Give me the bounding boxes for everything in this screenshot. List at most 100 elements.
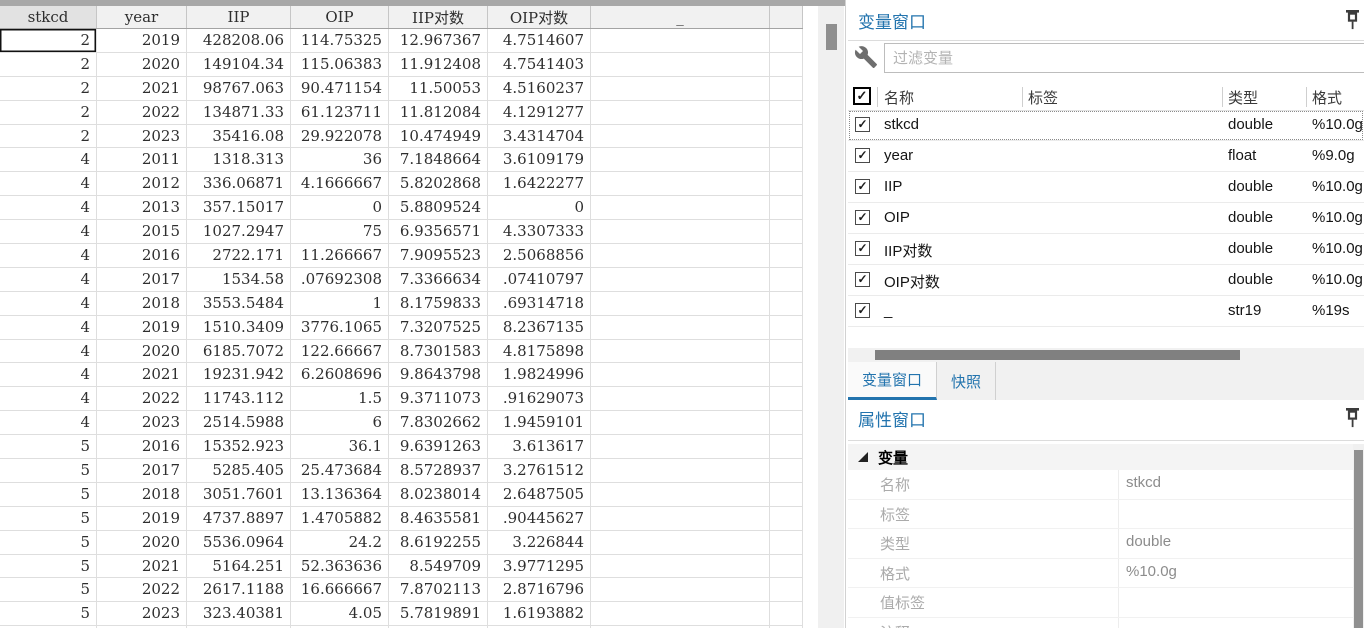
grid-cell[interactable] bbox=[590, 577, 770, 603]
grid-cell[interactable]: 4 bbox=[0, 386, 97, 412]
grid-cell[interactable] bbox=[590, 171, 770, 197]
grid-cell[interactable]: 90.471154 bbox=[290, 76, 389, 101]
grid-cell[interactable]: .69314718 bbox=[487, 291, 591, 316]
grid-cell[interactable]: 428208.06 bbox=[186, 28, 291, 53]
grid-cell[interactable]: 357.15017 bbox=[186, 195, 291, 221]
expander-triangle-icon[interactable] bbox=[858, 452, 868, 462]
grid-cell[interactable] bbox=[590, 219, 770, 245]
grid-cell[interactable]: 5164.251 bbox=[186, 554, 291, 579]
grid-cell[interactable]: 5.7819891 bbox=[388, 601, 488, 627]
grid-cell[interactable]: 9.6391263 bbox=[388, 434, 488, 460]
grid-cell[interactable]: 16.666667 bbox=[290, 577, 389, 603]
grid-cell[interactable] bbox=[769, 195, 803, 221]
grid-cell[interactable]: 6.2608696 bbox=[290, 362, 389, 388]
grid-cell[interactable]: 2019 bbox=[96, 28, 187, 53]
properties-vertical-scrollbar[interactable] bbox=[1353, 444, 1364, 628]
grid-cell[interactable]: 1510.3409 bbox=[186, 315, 291, 340]
grid-cell[interactable]: 2016 bbox=[96, 434, 187, 460]
variable-row-IIP[interactable]: ✓ IIP double %10.0g bbox=[848, 172, 1364, 203]
grid-cell[interactable]: 4.3307333 bbox=[487, 219, 591, 245]
grid-cell[interactable]: 29.922078 bbox=[290, 124, 389, 149]
grid-cell[interactable]: 8.4635581 bbox=[388, 506, 488, 531]
grid-cell[interactable]: 3.9771295 bbox=[487, 554, 591, 579]
grid-cell[interactable] bbox=[590, 28, 770, 53]
grid-cell[interactable]: 36.1 bbox=[290, 434, 389, 460]
grid-cell[interactable]: 134871.33 bbox=[186, 100, 291, 125]
variable-row-year[interactable]: ✓ year float %9.0g bbox=[848, 141, 1364, 172]
grid-cell[interactable]: 36 bbox=[290, 147, 389, 173]
checkbox-checked[interactable]: ✓ bbox=[855, 272, 870, 287]
property-value[interactable]: double bbox=[1126, 533, 1171, 550]
grid-cell[interactable]: 4 bbox=[0, 315, 97, 340]
grid-cell[interactable] bbox=[590, 362, 770, 388]
grid-cell[interactable]: 2023 bbox=[96, 124, 187, 149]
grid-cell[interactable]: 4 bbox=[0, 243, 97, 268]
grid-column-header-_[interactable]: _ bbox=[590, 6, 770, 29]
column-header-format[interactable]: 格式 bbox=[1312, 87, 1342, 108]
grid-cell[interactable]: 1.5 bbox=[290, 386, 389, 412]
grid-cell[interactable]: 2023 bbox=[96, 410, 187, 436]
grid-cell[interactable]: 114.75325 bbox=[290, 28, 389, 53]
grid-cell[interactable]: 5 bbox=[0, 482, 97, 507]
grid-cell[interactable] bbox=[769, 458, 803, 483]
grid-cell[interactable]: 5 bbox=[0, 530, 97, 555]
grid-cell[interactable] bbox=[590, 554, 770, 579]
grid-cell[interactable] bbox=[590, 506, 770, 531]
grid-cell[interactable] bbox=[769, 530, 803, 555]
grid-cell[interactable]: 2021 bbox=[96, 362, 187, 388]
grid-cell[interactable]: 1 bbox=[290, 291, 389, 316]
grid-column-header-IIP对数[interactable]: IIP对数 bbox=[388, 6, 488, 29]
grid-cell[interactable]: 2019 bbox=[96, 506, 187, 531]
grid-cell[interactable] bbox=[769, 171, 803, 197]
grid-cell[interactable]: 2020 bbox=[96, 52, 187, 77]
grid-cell[interactable]: 4.7514607 bbox=[487, 28, 591, 53]
grid-cell[interactable]: 8.0238014 bbox=[388, 482, 488, 507]
grid-cell[interactable]: 3553.5484 bbox=[186, 291, 291, 316]
grid-cell[interactable]: 11.912408 bbox=[388, 52, 488, 77]
tab-快照[interactable]: 快照 bbox=[937, 362, 997, 400]
select-all-checkbox[interactable]: ✓ bbox=[853, 87, 871, 105]
variables-horizontal-scrollbar[interactable] bbox=[848, 348, 1364, 362]
grid-cell[interactable]: 0 bbox=[487, 195, 591, 221]
grid-cell[interactable]: 2011 bbox=[96, 147, 187, 173]
grid-cell[interactable]: .07410797 bbox=[487, 267, 591, 292]
pushpin-icon[interactable] bbox=[1345, 407, 1361, 429]
grid-cell[interactable] bbox=[769, 315, 803, 340]
grid-cell[interactable]: 8.2367135 bbox=[487, 315, 591, 340]
grid-cell[interactable]: 1534.58 bbox=[186, 267, 291, 292]
checkbox-checked[interactable]: ✓ bbox=[855, 303, 870, 318]
variable-row-stkcd[interactable]: ✓ stkcd double %10.0g bbox=[848, 110, 1364, 141]
column-header-name[interactable]: 名称 bbox=[884, 87, 914, 108]
grid-cell[interactable] bbox=[590, 52, 770, 77]
grid-cell[interactable]: 3.6109179 bbox=[487, 147, 591, 173]
grid-cell[interactable] bbox=[769, 577, 803, 603]
variables-horizontal-scrollbar-thumb[interactable] bbox=[875, 350, 1240, 360]
grid-cell[interactable] bbox=[590, 339, 770, 364]
grid-cell[interactable]: 4737.8897 bbox=[186, 506, 291, 531]
property-value[interactable]: %10.0g bbox=[1126, 563, 1177, 580]
grid-cell[interactable]: 4.8175898 bbox=[487, 339, 591, 364]
grid-cell[interactable]: 8.5728937 bbox=[388, 458, 488, 483]
grid-column-header-IIP[interactable]: IIP bbox=[186, 6, 291, 29]
grid-cell[interactable]: 4.7541403 bbox=[487, 52, 591, 77]
grid-cell[interactable] bbox=[590, 100, 770, 125]
grid-cell[interactable]: 61.123711 bbox=[290, 100, 389, 125]
grid-cell[interactable] bbox=[590, 601, 770, 627]
grid-cell[interactable] bbox=[769, 339, 803, 364]
grid-cell[interactable]: 5 bbox=[0, 434, 97, 460]
grid-cell[interactable]: 4 bbox=[0, 195, 97, 221]
grid-cell[interactable]: 2020 bbox=[96, 339, 187, 364]
grid-cell[interactable] bbox=[769, 267, 803, 292]
grid-cell[interactable]: 2016 bbox=[96, 243, 187, 268]
grid-cell[interactable]: 3.226844 bbox=[487, 530, 591, 555]
grid-cell[interactable] bbox=[590, 482, 770, 507]
grid-cell[interactable]: .90445627 bbox=[487, 506, 591, 531]
grid-cell[interactable] bbox=[590, 243, 770, 268]
grid-cell[interactable]: 11.50053 bbox=[388, 76, 488, 101]
checkbox-checked[interactable]: ✓ bbox=[855, 148, 870, 163]
grid-cell[interactable]: 1.9459101 bbox=[487, 410, 591, 436]
grid-cell[interactable]: 0 bbox=[290, 195, 389, 221]
grid-cell[interactable]: 7.3207525 bbox=[388, 315, 488, 340]
checkbox-checked[interactable]: ✓ bbox=[855, 241, 870, 256]
grid-cell[interactable]: 2.8716796 bbox=[487, 577, 591, 603]
